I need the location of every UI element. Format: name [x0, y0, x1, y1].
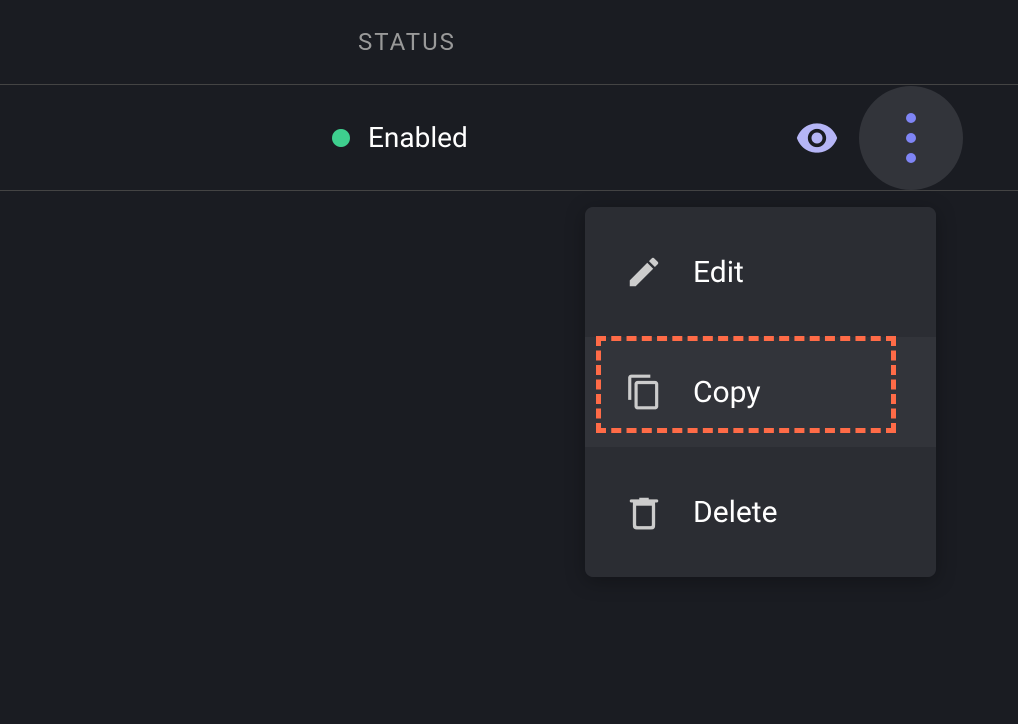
- row-actions: [795, 86, 963, 190]
- table-header: STATUS: [0, 0, 1018, 85]
- menu-item-label: Edit: [693, 255, 744, 290]
- menu-item-label: Copy: [693, 375, 761, 410]
- status-column-header: STATUS: [358, 28, 456, 56]
- status-text: Enabled: [368, 121, 468, 154]
- more-actions-button[interactable]: [859, 86, 963, 190]
- menu-item-delete[interactable]: Delete: [585, 447, 936, 577]
- trash-icon: [623, 491, 665, 533]
- view-icon[interactable]: [795, 120, 839, 156]
- actions-dropdown-menu: Edit Copy Delete: [585, 207, 936, 577]
- more-vertical-icon: [906, 113, 916, 163]
- table-row: Enabled: [0, 85, 1018, 191]
- copy-icon: [623, 371, 665, 413]
- menu-item-edit[interactable]: Edit: [585, 207, 936, 337]
- menu-item-label: Delete: [693, 495, 778, 530]
- menu-item-copy[interactable]: Copy: [585, 337, 936, 447]
- status-dot-icon: [332, 129, 350, 147]
- pencil-icon: [623, 251, 665, 293]
